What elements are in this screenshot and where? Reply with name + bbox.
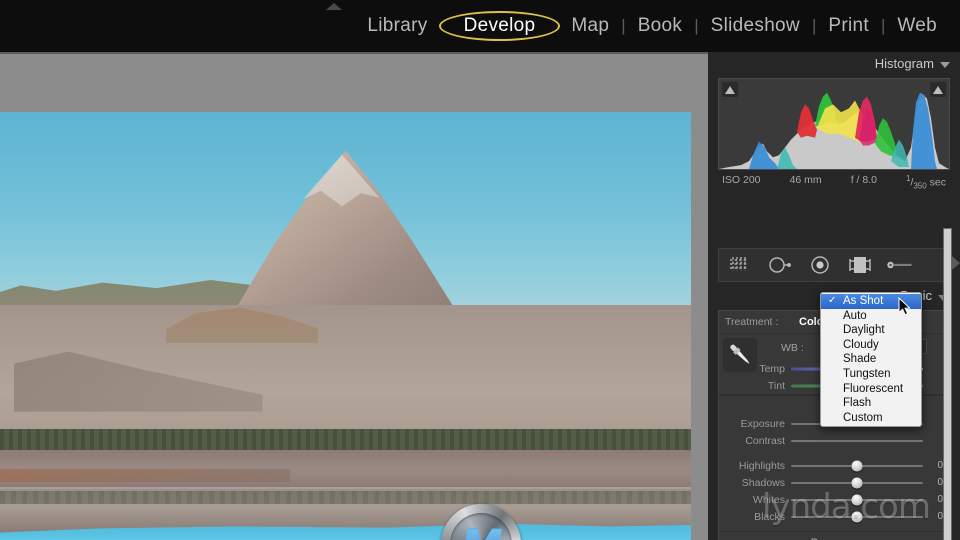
exposure-label: Exposure — [740, 417, 785, 430]
histogram-title: Histogram — [874, 56, 934, 71]
wb-menu-item-label: Custom — [843, 411, 883, 424]
highlights-slider-track[interactable] — [791, 460, 923, 471]
temp-label: Temp — [759, 362, 785, 375]
develop-tool-strip — [718, 248, 950, 282]
module-map[interactable]: Map — [560, 15, 620, 37]
right-panel-scrollbar[interactable] — [943, 228, 952, 540]
graduated-filter-icon[interactable] — [847, 254, 873, 276]
module-picker-bar: Library Develop Map | Book | Slideshow |… — [0, 0, 960, 52]
highlights-slider-knob[interactable] — [851, 460, 863, 471]
treatment-label: Treatment : — [725, 316, 779, 328]
wb-menu-item-label: Cloudy — [843, 338, 879, 351]
wb-menu-item-shade[interactable]: Shade — [821, 352, 921, 367]
photo-preview[interactable] — [0, 112, 691, 540]
contrast-slider-track[interactable] — [791, 435, 923, 446]
wb-menu-item-label: Fluorescent — [843, 382, 904, 395]
collapse-triangle-up-icon[interactable] — [326, 3, 342, 10]
chevron-down-icon[interactable] — [940, 62, 950, 68]
contrast-slider-row[interactable]: Contrast — [719, 432, 949, 449]
highlights-slider-row[interactable]: Highlights 0 — [719, 457, 949, 474]
histogram-panel: Histogram ISO 200 46 mm f / 8.0 1/350 se… — [708, 52, 960, 191]
lynda-movie-logo-watermark: M — [441, 504, 521, 540]
wb-menu-item-label: Flash — [843, 397, 872, 410]
check-icon: ✓ — [828, 295, 837, 306]
image-work-area: M — [0, 52, 708, 540]
exif-aperture: f / 8.0 — [850, 174, 877, 186]
photo-reflected-trees — [0, 490, 691, 504]
contrast-label: Contrast — [745, 434, 785, 447]
spot-removal-icon[interactable] — [767, 254, 793, 276]
tint-label: Tint — [767, 379, 785, 392]
exif-iso: ISO 200 — [722, 174, 761, 186]
highlight-clipping-triangle-icon[interactable] — [930, 82, 946, 97]
module-web[interactable]: Web — [886, 15, 948, 37]
adjustment-brush-icon[interactable] — [887, 254, 913, 276]
wb-menu-item-daylight[interactable]: Daylight — [821, 323, 921, 338]
mouse-cursor-icon — [898, 297, 911, 316]
wb-menu-item-custom[interactable]: Custom — [821, 411, 921, 426]
wb-menu-item-label: As Shot — [843, 295, 884, 307]
lightroom-develop-window: Library Develop Map | Book | Slideshow |… — [0, 0, 960, 540]
exif-focal-length: 46 mm — [789, 174, 822, 186]
red-eye-correction-icon[interactable] — [807, 254, 833, 276]
wb-menu-item-label: Daylight — [843, 324, 885, 337]
shadow-clipping-triangle-icon[interactable] — [722, 82, 738, 97]
panel-collapse-arrow-icon[interactable] — [952, 256, 960, 270]
module-list: Library Develop Map | Book | Slideshow |… — [356, 0, 948, 52]
module-slideshow[interactable]: Slideshow — [700, 15, 811, 37]
histogram-curves — [719, 92, 949, 169]
module-book[interactable]: Book — [627, 15, 694, 37]
wb-menu-item-cloudy[interactable]: Cloudy — [821, 338, 921, 353]
module-print[interactable]: Print — [817, 15, 880, 37]
module-develop[interactable]: Develop — [438, 11, 561, 41]
histogram-graph[interactable] — [718, 78, 950, 170]
photo-red-bank — [0, 469, 291, 483]
lynda-text-watermark: lynda.com — [762, 487, 931, 527]
white-balance-label: WB : — [781, 342, 804, 354]
wb-menu-item-fluorescent[interactable]: Fluorescent — [821, 382, 921, 397]
histogram-exif-row: ISO 200 46 mm f / 8.0 1/350 sec — [722, 174, 946, 191]
exif-shutter-speed: 1/350 sec — [905, 174, 946, 191]
work-area-top-edge — [0, 52, 708, 54]
wb-menu-item-label: Shade — [843, 353, 877, 366]
wb-menu-item-tungsten[interactable]: Tungsten — [821, 367, 921, 382]
contrast-track-line — [791, 439, 923, 442]
active-module-ring — [438, 11, 561, 41]
wb-menu-item-label: Tungsten — [843, 367, 891, 380]
logo-letter: M — [441, 512, 521, 540]
crop-overlay-icon[interactable] — [727, 254, 753, 276]
highlights-label: Highlights — [738, 459, 785, 472]
presence-section-header: Presence — [719, 531, 949, 540]
wb-menu-item-label: Auto — [843, 309, 867, 322]
module-library[interactable]: Library — [356, 15, 438, 37]
wb-menu-item-flash[interactable]: Flash — [821, 396, 921, 411]
histogram-header[interactable]: Histogram — [708, 52, 960, 76]
